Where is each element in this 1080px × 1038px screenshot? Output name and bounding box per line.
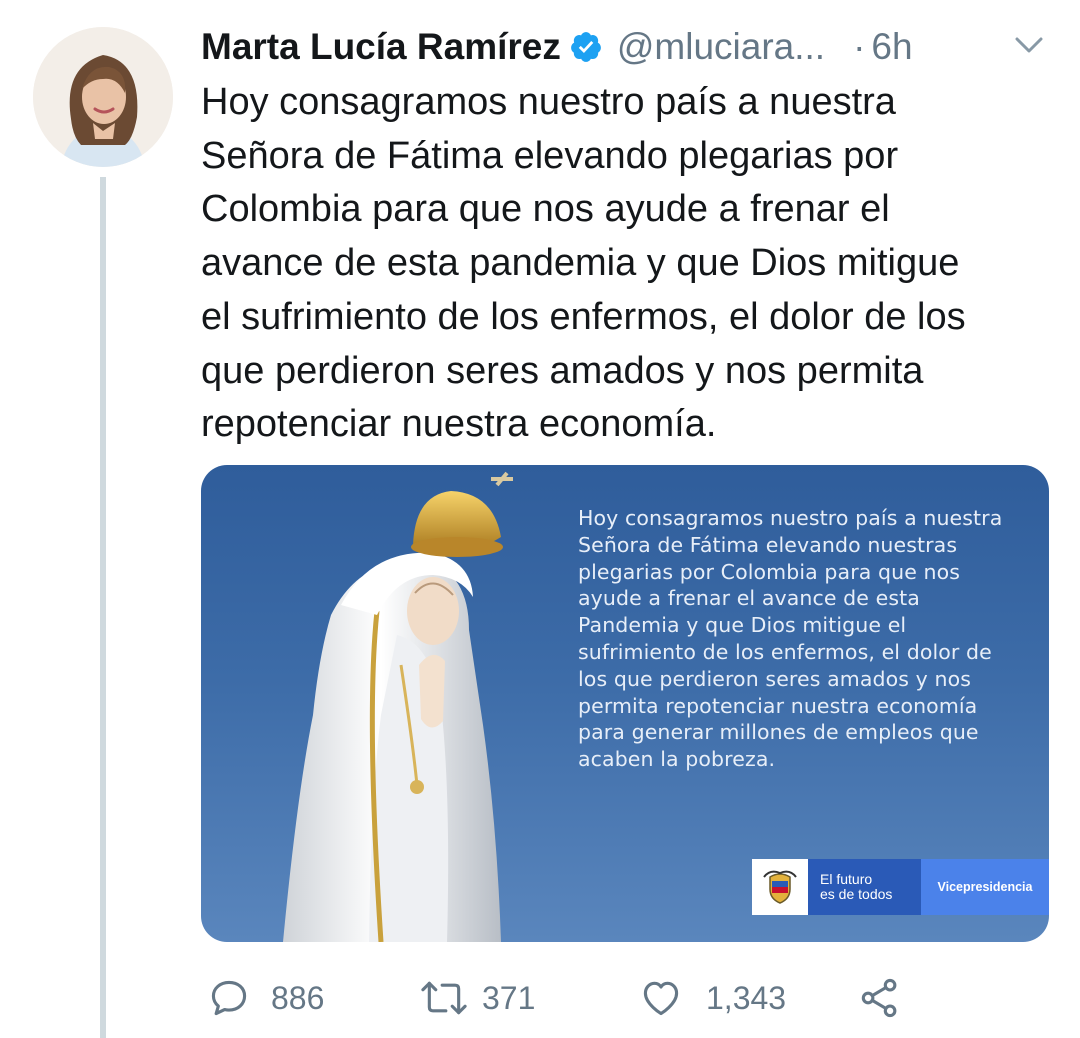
tweet-text-line: Colombia para que nos ayude a frenar el (201, 188, 890, 231)
logo-slogan: El futuro es de todos (808, 859, 921, 915)
avatar[interactable] (33, 27, 173, 167)
image-text-line: acaben la pobreza. (578, 747, 776, 772)
tweet-text-line: el sufrimiento de los enfermos, el dolor… (201, 295, 966, 338)
image-text-line: permita repotenciar nuestra economía (578, 693, 978, 718)
image-text-line: para generar millones de empleos que (578, 720, 979, 745)
tweet[interactable]: Marta Lucía Ramírez @mluciara... · 6h Ho… (0, 0, 1080, 1038)
verified-badge-icon (570, 32, 601, 62)
image-text-line: Hoy consagramos nuestro país a nuestra (578, 506, 1003, 530)
tweet-text-line: Señora de Fátima elevando plegarias por (201, 134, 899, 177)
image-text-line: Señora de Fátima elevando nuestras (578, 532, 958, 557)
retweet-icon (421, 981, 467, 1015)
chevron-down-icon[interactable] (1012, 30, 1046, 60)
tweet-text: Hoy consagramos nuestro país a nuestra S… (201, 76, 1061, 452)
retweet-count: 371 (482, 979, 536, 1016)
image-text-line: sufrimiento de los enfermos, el dolor de (578, 639, 992, 664)
retweet-button[interactable]: 371 (420, 970, 535, 1026)
like-icon (643, 981, 679, 1016)
coat-of-arms-icon (752, 859, 808, 915)
avatar-image (33, 27, 173, 167)
tweet-text-line: Hoy consagramos nuestro país a nuestra (201, 81, 896, 123)
like-button[interactable]: 1,343 (638, 970, 786, 1026)
logo-slogan-line2: es de todos (820, 886, 893, 902)
tweet-text-line: avance de esta pandemia y que Dios mitig… (201, 242, 960, 285)
reply-icon (211, 980, 247, 1016)
share-button[interactable] (858, 970, 902, 1026)
thread-line (100, 177, 106, 1038)
image-text-line: plegarias por Colombia para que nos (578, 559, 961, 584)
logo-slogan-line1: El futuro (820, 871, 873, 887)
reply-button[interactable]: 886 (207, 970, 324, 1026)
logo-office: Vicepresidencia (921, 859, 1049, 915)
author-handle[interactable]: @mluciara... (617, 23, 825, 71)
like-count: 1,343 (706, 979, 787, 1016)
tweet-media-image[interactable]: Hoy consagramos nuestro país a nuestra S… (201, 465, 1049, 942)
tweet-actions: 886 371 1,343 (0, 970, 1080, 1026)
image-text-line: Pandemia y que Dios mitigue el (578, 613, 907, 638)
timestamp[interactable]: 6h (871, 23, 912, 71)
reply-count: 886 (271, 979, 325, 1016)
separator-dot: · (853, 26, 866, 67)
image-text-line: ayude a frenar el avance de esta (578, 586, 920, 611)
image-caption-text: Hoy consagramos nuestro país a nuestra S… (578, 505, 1038, 773)
tweet-text-line: que perdieron seres amados y nos permita (201, 349, 924, 392)
tweet-header: Marta Lucía Ramírez @mluciara... · 6h (201, 22, 1051, 72)
share-icon (861, 978, 897, 1018)
tweet-text-line: repotenciar nuestra economía. (201, 403, 717, 446)
government-logo: El futuro es de todos Vicepresidencia (752, 859, 1049, 915)
author-name[interactable]: Marta Lucía Ramírez (201, 23, 561, 71)
image-text-line: los que perdieron seres amados y nos (578, 666, 971, 691)
